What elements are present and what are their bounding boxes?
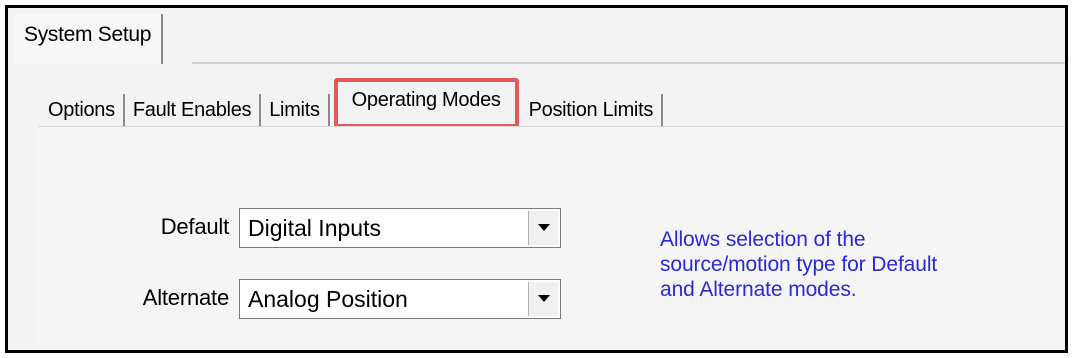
system-setup-page: Options Fault Enables Limits Operating M… (8, 64, 1065, 350)
default-mode-select[interactable]: Digital Inputs (239, 208, 561, 248)
chevron-down-icon (537, 295, 550, 302)
alternate-mode-dropdown-button[interactable] (528, 282, 558, 316)
default-mode-label: Default (160, 214, 230, 239)
tab-system-setup[interactable]: System Setup (14, 14, 164, 64)
sub-tab-strip: Options Fault Enables Limits Operating M… (36, 78, 664, 128)
help-line-3: and Alternate modes. (660, 278, 857, 301)
alternate-mode-value: Analog Position (248, 285, 408, 312)
help-line-2: source/motion type for Default (660, 253, 938, 276)
chevron-down-icon (537, 224, 550, 231)
alternate-mode-label: Alternate (142, 285, 229, 310)
tab-operating-modes[interactable]: Operating Modes (333, 78, 519, 128)
tab-position-limits[interactable]: Position Limits (521, 94, 664, 126)
default-mode-value: Digital Inputs (248, 214, 381, 241)
operating-modes-help-text: Allows selection of the source/motion ty… (660, 227, 1040, 302)
tab-fault-enables[interactable]: Fault Enables (125, 94, 262, 126)
default-mode-dropdown-button[interactable] (528, 211, 558, 245)
tab-limits[interactable]: Limits (261, 94, 330, 126)
tab-fault-enables-label: Fault Enables (132, 99, 252, 121)
tab-position-limits-label: Position Limits (528, 99, 654, 121)
window-frame: System Setup Options Fault Enables Limit… (5, 5, 1068, 353)
tab-options-label: Options (48, 99, 115, 121)
alternate-mode-select[interactable]: Analog Position (239, 279, 561, 319)
tab-operating-modes-label: Operating Modes (351, 89, 501, 111)
tab-system-setup-label: System Setup (24, 23, 152, 46)
tab-limits-label: Limits (269, 99, 320, 121)
tab-options[interactable]: Options (36, 94, 125, 126)
top-tab-strip: System Setup (8, 8, 1065, 64)
help-line-1: Allows selection of the (660, 228, 866, 251)
